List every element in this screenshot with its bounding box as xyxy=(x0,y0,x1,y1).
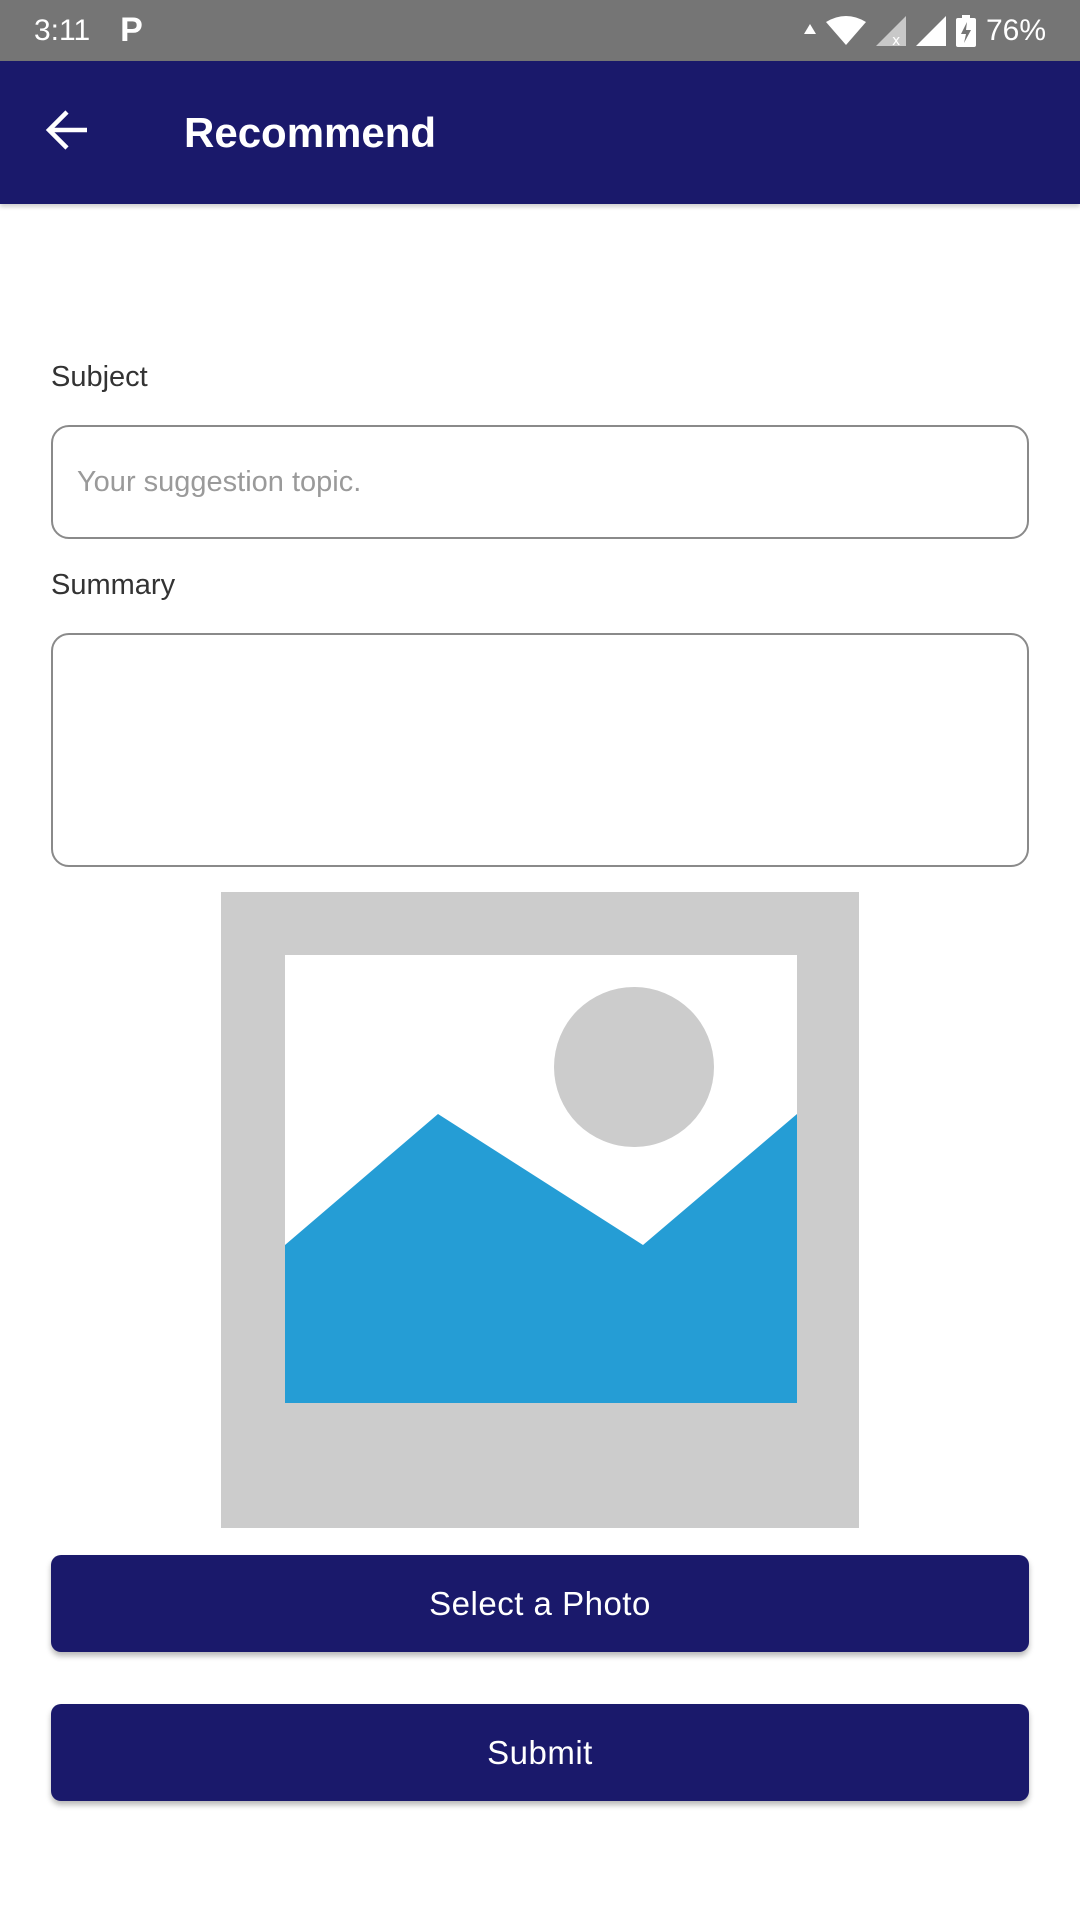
svg-text:x: x xyxy=(892,33,900,46)
submit-button[interactable]: Submit xyxy=(51,1704,1029,1801)
select-photo-button[interactable]: Select a Photo xyxy=(51,1555,1029,1652)
battery-charging-icon xyxy=(955,14,976,47)
back-button[interactable] xyxy=(22,88,112,178)
data-arrow-icon xyxy=(803,23,816,38)
image-placeholder-icon xyxy=(221,892,859,1528)
arrow-left-icon xyxy=(45,110,89,155)
status-time: 3:11 xyxy=(34,13,91,47)
status-bar: 3:11 P x 76% xyxy=(0,0,1080,61)
summary-label: Summary xyxy=(51,569,176,601)
battery-percent: 76% xyxy=(985,13,1046,47)
status-left: 3:11 P xyxy=(34,11,143,50)
photo-preview xyxy=(221,892,859,1528)
subject-label: Subject xyxy=(51,361,148,393)
signal-icon xyxy=(915,15,946,46)
page-title: Recommend xyxy=(184,108,437,156)
wifi-icon xyxy=(825,15,866,46)
app-indicator-icon: P xyxy=(120,11,143,49)
signal-x-icon: x xyxy=(875,15,906,46)
app-bar: Recommend xyxy=(0,61,1080,204)
status-right: x 76% xyxy=(803,13,1046,48)
summary-input[interactable] xyxy=(51,633,1029,867)
subject-input[interactable] xyxy=(51,425,1029,539)
